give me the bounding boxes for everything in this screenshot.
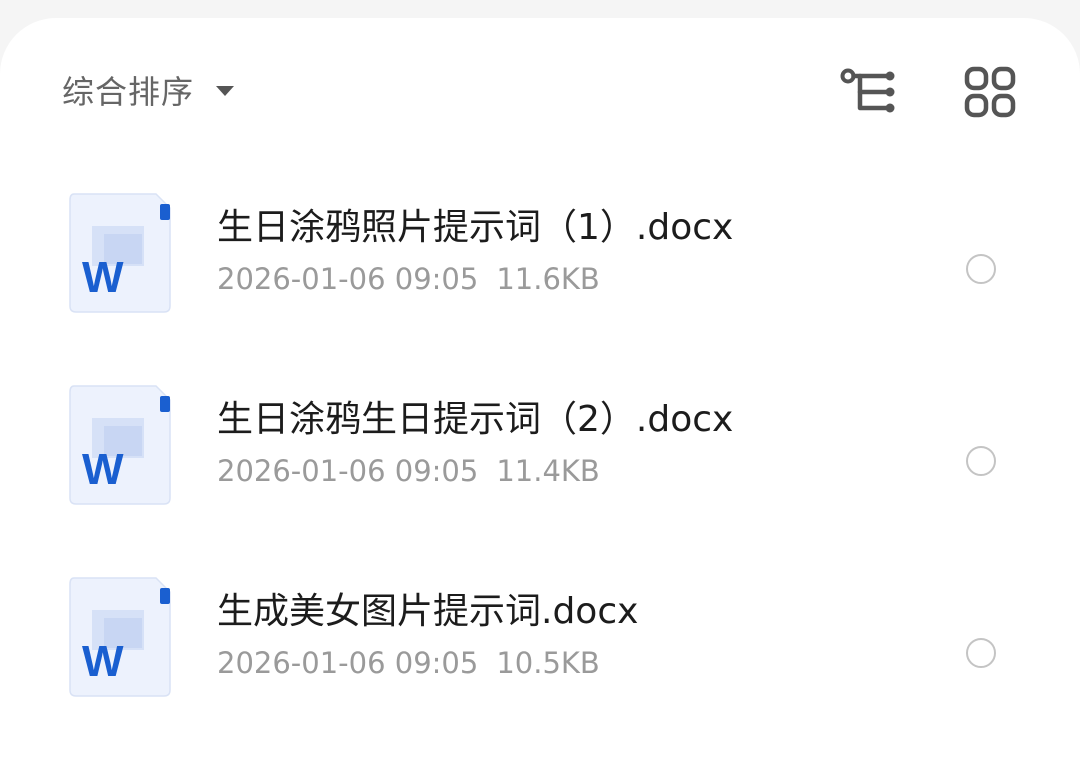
file-name: 生日涂鸦生日提示词（2）.docx (217, 399, 734, 440)
grid-view-button[interactable] (958, 62, 1022, 122)
file-row[interactable]: W 生日涂鸦生日提示词（2）.docx 2026-01-06 09:05 11.4… (0, 360, 1080, 552)
word-doc-icon: W (69, 577, 171, 697)
select-radio[interactable] (966, 254, 996, 284)
file-name: 生成美女图片提示词.docx (217, 591, 639, 632)
sort-dropdown[interactable]: 综合排序 (62, 68, 235, 112)
file-name: 生日涂鸦照片提示词（1）.docx (217, 207, 734, 248)
file-size: 11.6KB (496, 262, 600, 296)
file-size: 11.4KB (496, 454, 600, 488)
select-radio[interactable] (966, 638, 996, 668)
grid-view-icon (964, 66, 1016, 118)
file-date: 2026-01-06 09:05 (217, 262, 479, 296)
file-size: 10.5KB (496, 646, 600, 680)
file-date: 2026-01-06 09:05 (217, 454, 479, 488)
word-doc-icon: W (69, 193, 171, 313)
list-toolbar: 综合排序 (0, 18, 1080, 158)
caret-down-icon (216, 86, 235, 96)
file-meta: 2026-01-06 09:05 11.4KB (217, 454, 600, 488)
svg-text:W: W (82, 445, 124, 494)
file-list-sheet: 综合排序 W 生日涂鸦照片提示词（1）.docx 2026-01-06 09:0… (0, 18, 1080, 764)
word-doc-icon: W (69, 385, 171, 505)
file-date: 2026-01-06 09:05 (217, 646, 479, 680)
svg-text:W: W (82, 253, 124, 302)
file-meta: 2026-01-06 09:05 11.6KB (217, 262, 600, 296)
file-row[interactable]: W 生成美女图片提示词.docx 2026-01-06 09:05 10.5KB (0, 552, 1080, 744)
tree-view-button[interactable] (836, 62, 900, 122)
sort-label: 综合排序 (62, 73, 195, 111)
file-meta: 2026-01-06 09:05 10.5KB (217, 646, 600, 680)
file-list: W 生日涂鸦照片提示词（1）.docx 2026-01-06 09:05 11.6… (0, 168, 1080, 744)
svg-text:W: W (82, 637, 124, 686)
select-radio[interactable] (966, 446, 996, 476)
file-row[interactable]: W 生日涂鸦照片提示词（1）.docx 2026-01-06 09:05 11.6… (0, 168, 1080, 360)
tree-view-icon (840, 68, 895, 113)
